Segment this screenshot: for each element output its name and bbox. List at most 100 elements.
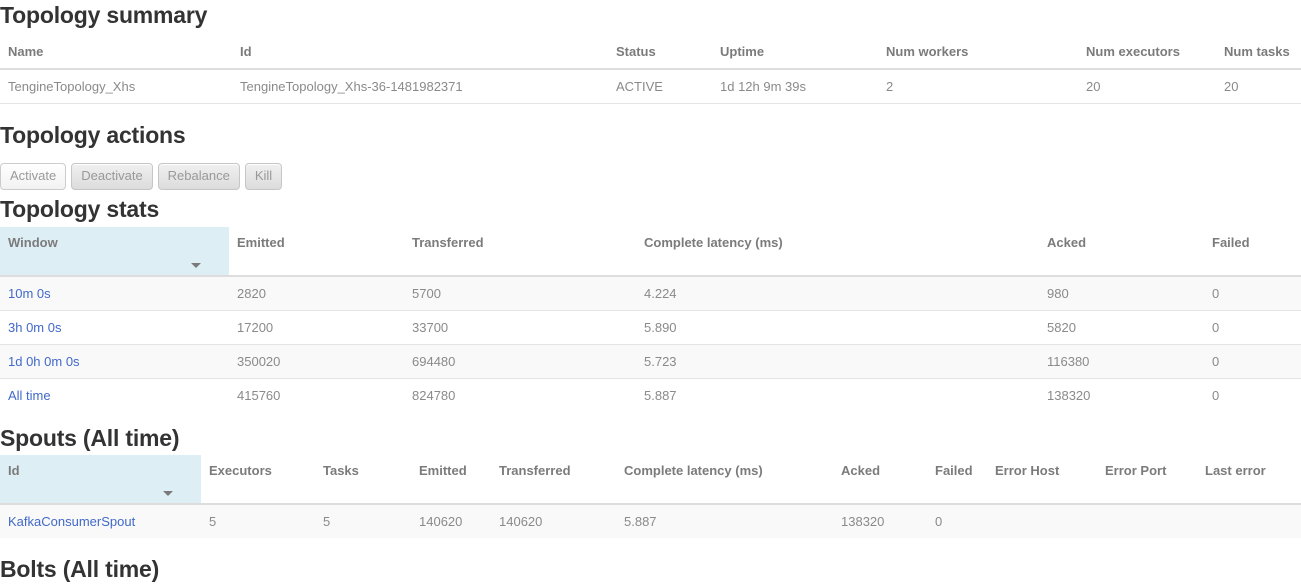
col-header-num-executors[interactable]: Num executors bbox=[1078, 36, 1216, 70]
col-header-spout-id-label: Id bbox=[8, 463, 20, 478]
col-header-complete-latency[interactable]: Complete latency (ms) bbox=[636, 227, 1039, 277]
cell-complete-latency: 4.224 bbox=[636, 275, 1039, 311]
col-header-error-port[interactable]: Error Port bbox=[1097, 455, 1197, 505]
cell-transferred: 140620 bbox=[491, 503, 616, 538]
table-header-row: Name Id Status Uptime Num workers Num ex… bbox=[0, 36, 1301, 70]
col-header-emitted[interactable]: Emitted bbox=[229, 227, 404, 277]
topology-actions-title: Topology actions bbox=[0, 122, 186, 148]
spouts-title: Spouts (All time) bbox=[0, 425, 180, 451]
topology-summary-title: Topology summary bbox=[0, 2, 208, 28]
cell-complete-latency: 5.890 bbox=[636, 310, 1039, 345]
table-row: 10m 0s 2820 5700 4.224 980 0 bbox=[0, 275, 1301, 311]
cell-num-executors: 20 bbox=[1078, 68, 1216, 104]
spouts-section: Spouts (All time) bbox=[0, 425, 180, 451]
cell-acked: 116380 bbox=[1039, 344, 1204, 379]
cell-topology-id: TengineTopology_Xhs-36-1481982371 bbox=[232, 68, 608, 104]
chevron-down-icon bbox=[163, 491, 173, 496]
col-header-name[interactable]: Name bbox=[0, 36, 232, 70]
topology-summary-table: Name Id Status Uptime Num workers Num ex… bbox=[0, 36, 1301, 104]
col-header-spout-id[interactable]: Id bbox=[0, 455, 201, 505]
cell-emitted: 17200 bbox=[229, 310, 404, 345]
col-header-emitted[interactable]: Emitted bbox=[411, 455, 491, 505]
col-header-complete-latency[interactable]: Complete latency (ms) bbox=[616, 455, 833, 505]
window-link[interactable]: All time bbox=[8, 388, 51, 403]
cell-emitted: 2820 bbox=[229, 275, 404, 311]
storm-topology-page: Topology summary Name Id Status Uptime N… bbox=[0, 0, 1301, 586]
col-header-failed[interactable]: Failed bbox=[927, 455, 987, 505]
cell-acked: 980 bbox=[1039, 275, 1204, 311]
activate-button[interactable]: Activate bbox=[0, 163, 67, 190]
rebalance-button[interactable]: Rebalance bbox=[157, 163, 240, 190]
col-header-window[interactable]: Window bbox=[0, 227, 229, 277]
cell-window: 1d 0h 0m 0s bbox=[0, 344, 229, 379]
col-header-id[interactable]: Id bbox=[232, 36, 608, 70]
table-row: KafkaConsumerSpout 5 5 140620 140620 5.8… bbox=[0, 503, 1301, 538]
cell-tasks: 5 bbox=[315, 503, 411, 538]
topology-actions-buttons: Activate Deactivate Rebalance Kill bbox=[0, 163, 283, 190]
col-header-uptime[interactable]: Uptime bbox=[712, 36, 878, 70]
spout-id-link[interactable]: KafkaConsumerSpout bbox=[8, 514, 135, 529]
cell-failed: 0 bbox=[1204, 344, 1301, 379]
col-header-num-tasks[interactable]: Num tasks bbox=[1216, 36, 1301, 70]
table-header-row: Window Emitted Transferred Complete late… bbox=[0, 227, 1301, 277]
cell-transferred: 5700 bbox=[404, 275, 636, 311]
col-header-transferred[interactable]: Transferred bbox=[491, 455, 616, 505]
cell-failed: 0 bbox=[1204, 310, 1301, 345]
col-header-status[interactable]: Status bbox=[608, 36, 712, 70]
topology-stats-table-wrap: Window Emitted Transferred Complete late… bbox=[0, 227, 1301, 412]
table-row: 3h 0m 0s 17200 33700 5.890 5820 0 bbox=[0, 310, 1301, 345]
cell-topology-status: ACTIVE bbox=[608, 68, 712, 104]
cell-error-port bbox=[1097, 503, 1197, 538]
topology-summary-section: Topology summary bbox=[0, 2, 207, 28]
bolts-section: Bolts (All time) bbox=[0, 556, 159, 582]
window-link[interactable]: 3h 0m 0s bbox=[8, 320, 61, 335]
topology-stats-table: Window Emitted Transferred Complete late… bbox=[0, 227, 1301, 412]
topology-stats-section: Topology stats bbox=[0, 196, 159, 222]
cell-emitted: 350020 bbox=[229, 344, 404, 379]
col-header-window-label: Window bbox=[8, 235, 58, 250]
cell-acked: 138320 bbox=[1039, 378, 1204, 412]
bolts-title: Bolts (All time) bbox=[0, 556, 160, 582]
cell-transferred: 824780 bbox=[404, 378, 636, 412]
cell-transferred: 33700 bbox=[404, 310, 636, 345]
topology-stats-title: Topology stats bbox=[0, 196, 160, 222]
cell-last-error bbox=[1197, 503, 1301, 538]
cell-num-workers: 2 bbox=[878, 68, 1078, 104]
cell-num-tasks: 20 bbox=[1216, 68, 1301, 104]
cell-complete-latency: 5.887 bbox=[636, 378, 1039, 412]
cell-executors: 5 bbox=[201, 503, 315, 538]
deactivate-button[interactable]: Deactivate bbox=[71, 163, 153, 190]
window-link[interactable]: 1d 0h 0m 0s bbox=[8, 354, 80, 369]
col-header-acked[interactable]: Acked bbox=[1039, 227, 1204, 277]
cell-window: 3h 0m 0s bbox=[0, 310, 229, 345]
col-header-executors[interactable]: Executors bbox=[201, 455, 315, 505]
cell-error-host bbox=[987, 503, 1097, 538]
col-header-acked[interactable]: Acked bbox=[833, 455, 927, 505]
cell-acked: 138320 bbox=[833, 503, 927, 538]
table-header-row: Id Executors Tasks Emitted Transferred C… bbox=[0, 455, 1301, 505]
topology-actions-section: Topology actions bbox=[0, 122, 186, 148]
col-header-error-host[interactable]: Error Host bbox=[987, 455, 1097, 505]
kill-button[interactable]: Kill bbox=[244, 163, 283, 190]
cell-complete-latency: 5.723 bbox=[636, 344, 1039, 379]
cell-failed: 0 bbox=[1204, 275, 1301, 311]
cell-topology-uptime: 1d 12h 9m 39s bbox=[712, 68, 878, 104]
cell-emitted: 140620 bbox=[411, 503, 491, 538]
col-header-tasks[interactable]: Tasks bbox=[315, 455, 411, 505]
col-header-last-error[interactable]: Last error bbox=[1197, 455, 1301, 505]
col-header-transferred[interactable]: Transferred bbox=[404, 227, 636, 277]
window-link[interactable]: 10m 0s bbox=[8, 286, 51, 301]
col-header-num-workers[interactable]: Num workers bbox=[878, 36, 1078, 70]
cell-topology-name: TengineTopology_Xhs bbox=[0, 68, 232, 104]
cell-window: 10m 0s bbox=[0, 275, 229, 311]
cell-transferred: 694480 bbox=[404, 344, 636, 379]
cell-window: All time bbox=[0, 378, 229, 412]
cell-failed: 0 bbox=[927, 503, 987, 538]
cell-complete-latency: 5.887 bbox=[616, 503, 833, 538]
col-header-failed[interactable]: Failed bbox=[1204, 227, 1301, 277]
table-row: TengineTopology_Xhs TengineTopology_Xhs-… bbox=[0, 68, 1301, 104]
table-row: All time 415760 824780 5.887 138320 0 bbox=[0, 378, 1301, 412]
cell-failed: 0 bbox=[1204, 378, 1301, 412]
cell-spout-id: KafkaConsumerSpout bbox=[0, 503, 201, 538]
spouts-table-wrap: Id Executors Tasks Emitted Transferred C… bbox=[0, 455, 1301, 538]
